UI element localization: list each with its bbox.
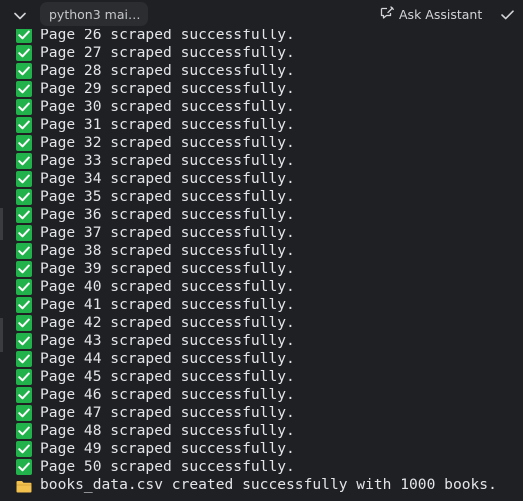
output-line: Page 48 scraped successfully. bbox=[16, 422, 497, 440]
output-line-text: Page 31 scraped successfully. bbox=[40, 116, 295, 133]
output-line-text: Page 41 scraped successfully. bbox=[40, 296, 295, 313]
output-line-text: Page 28 scraped successfully. bbox=[40, 62, 295, 79]
output-line: Page 35 scraped successfully. bbox=[16, 188, 497, 206]
output-line: Page 38 scraped successfully. bbox=[16, 242, 497, 260]
chevron-down-icon bbox=[14, 5, 26, 24]
output-line-text: Page 29 scraped successfully. bbox=[40, 80, 295, 97]
chat-edit-icon bbox=[380, 6, 399, 22]
check-mark-icon bbox=[16, 315, 32, 331]
output-line: Page 31 scraped successfully. bbox=[16, 116, 497, 134]
output-line-text: Page 37 scraped successfully. bbox=[40, 224, 295, 241]
check-mark-icon bbox=[16, 333, 32, 349]
output-line: Page 30 scraped successfully. bbox=[16, 98, 497, 116]
gutter-marker bbox=[0, 318, 3, 352]
output-line-text: Page 48 scraped successfully. bbox=[40, 422, 295, 439]
output-line-text: Page 35 scraped successfully. bbox=[40, 188, 295, 205]
output-line: Page 50 scraped successfully. bbox=[16, 458, 497, 476]
output-line: Page 49 scraped successfully. bbox=[16, 440, 497, 458]
check-mark-icon bbox=[16, 189, 32, 205]
ask-assistant-button[interactable]: Ask Assistant bbox=[380, 4, 482, 24]
output-line: Page 42 scraped successfully. bbox=[16, 314, 497, 332]
output-line: Page 33 scraped successfully. bbox=[16, 152, 497, 170]
check-mark-icon bbox=[16, 261, 32, 277]
check-mark-icon bbox=[16, 135, 32, 151]
check-mark-icon bbox=[16, 279, 32, 295]
check-mark-icon bbox=[16, 387, 32, 403]
collapse-button[interactable] bbox=[10, 5, 30, 23]
output-line-text: Page 42 scraped successfully. bbox=[40, 314, 295, 331]
check-mark-icon bbox=[16, 369, 32, 385]
output-line: Page 27 scraped successfully. bbox=[16, 44, 497, 62]
session-tab-label: python3 mai… bbox=[49, 6, 141, 22]
output-line-text: Page 39 scraped successfully. bbox=[40, 260, 295, 277]
check-mark-icon bbox=[16, 297, 32, 313]
check-mark-icon bbox=[16, 63, 32, 79]
output-line: Page 47 scraped successfully. bbox=[16, 404, 497, 422]
output-line-text: Page 49 scraped successfully. bbox=[40, 440, 295, 457]
output-line-text: Page 36 scraped successfully. bbox=[40, 206, 295, 223]
check-mark-icon bbox=[16, 171, 32, 187]
output-line: Page 41 scraped successfully. bbox=[16, 296, 497, 314]
output-line: Page 46 scraped successfully. bbox=[16, 386, 497, 404]
gutter-marker bbox=[0, 208, 3, 240]
output-line: Page 40 scraped successfully. bbox=[16, 278, 497, 296]
output-line: Page 29 scraped successfully. bbox=[16, 80, 497, 98]
check-mark-icon bbox=[16, 459, 32, 475]
accept-button[interactable] bbox=[497, 4, 517, 24]
output-lines: Page 26 scraped successfully. Page 27 scr… bbox=[16, 26, 497, 494]
output-line: Page 39 scraped successfully. bbox=[16, 260, 497, 278]
output-line: Page 28 scraped successfully. bbox=[16, 62, 497, 80]
output-line: Page 34 scraped successfully. bbox=[16, 170, 497, 188]
check-mark-icon bbox=[16, 405, 32, 421]
output-line-text: Page 43 scraped successfully. bbox=[40, 332, 295, 349]
output-toolbar: python3 mai… Ask Assistant bbox=[0, 0, 523, 29]
output-line-text: Page 27 scraped successfully. bbox=[40, 44, 295, 61]
output-line-text: Page 45 scraped successfully. bbox=[40, 368, 295, 385]
output-line-text: Page 50 scraped successfully. bbox=[40, 458, 295, 475]
check-mark-icon bbox=[16, 45, 32, 61]
output-line-text: books_data.csv created successfully with… bbox=[40, 476, 497, 493]
check-mark-icon bbox=[16, 351, 32, 367]
check-mark-icon bbox=[16, 117, 32, 133]
check-mark-icon bbox=[16, 441, 32, 457]
check-mark-icon bbox=[16, 207, 32, 223]
output-line: Page 45 scraped successfully. bbox=[16, 368, 497, 386]
output-line-text: Page 32 scraped successfully. bbox=[40, 134, 295, 151]
check-mark-icon bbox=[16, 423, 32, 439]
output-line-text: Page 34 scraped successfully. bbox=[40, 170, 295, 187]
check-mark-icon bbox=[16, 99, 32, 115]
output-line: Page 32 scraped successfully. bbox=[16, 134, 497, 152]
output-line-text: Page 40 scraped successfully. bbox=[40, 278, 295, 295]
folder-icon bbox=[16, 477, 32, 493]
output-line: Page 37 scraped successfully. bbox=[16, 224, 497, 242]
output-line: Page 36 scraped successfully. bbox=[16, 206, 497, 224]
check-mark-icon bbox=[16, 243, 32, 259]
output-line-text: Page 47 scraped successfully. bbox=[40, 404, 295, 421]
check-mark-icon bbox=[16, 27, 32, 43]
check-mark-icon bbox=[16, 153, 32, 169]
output-line-text: Page 33 scraped successfully. bbox=[40, 152, 295, 169]
terminal-output-panel: python3 mai… Ask Assistant Page 26 scrap… bbox=[0, 0, 523, 501]
ask-assistant-label: Ask Assistant bbox=[399, 6, 483, 22]
output-line-text: Page 46 scraped successfully. bbox=[40, 386, 295, 403]
check-mark-icon bbox=[16, 81, 32, 97]
session-tab[interactable]: python3 mai… bbox=[40, 2, 148, 26]
output-line-text: Page 38 scraped successfully. bbox=[40, 242, 295, 259]
output-line: books_data.csv created successfully with… bbox=[16, 476, 497, 494]
output-line: Page 44 scraped successfully. bbox=[16, 350, 497, 368]
output-line-text: Page 44 scraped successfully. bbox=[40, 350, 295, 367]
check-mark-icon bbox=[16, 225, 32, 241]
check-icon bbox=[500, 5, 514, 24]
output-line: Page 43 scraped successfully. bbox=[16, 332, 497, 350]
output-line-text: Page 30 scraped successfully. bbox=[40, 98, 295, 115]
